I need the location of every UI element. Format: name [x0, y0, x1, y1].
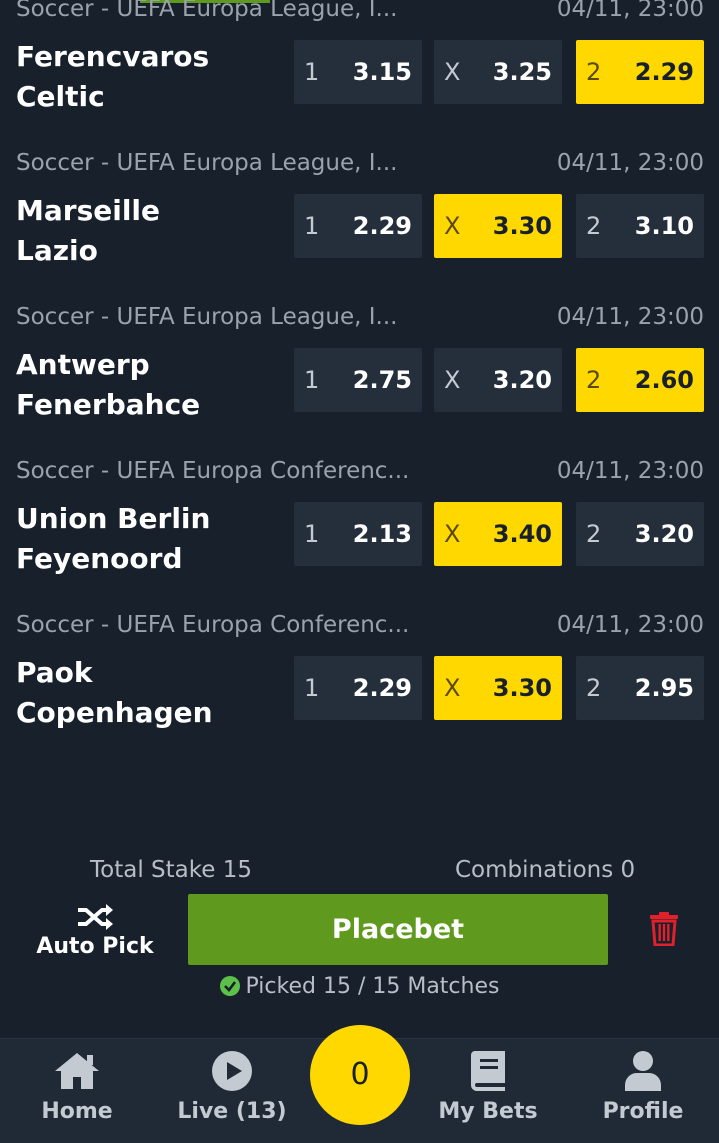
odd-label: 1 — [304, 366, 320, 394]
home-team: Union Berlin — [16, 502, 211, 535]
odd-label: 2 — [586, 520, 602, 548]
home-team: Paok — [16, 656, 93, 689]
odd-button-1[interactable]: 1 2.29 — [294, 656, 422, 720]
match-row[interactable]: Soccer - UEFA Europa Conferenc... 04/11, … — [0, 604, 719, 758]
odd-label: 2 — [586, 212, 602, 240]
odd-button-2[interactable]: 2 2.60 — [576, 348, 704, 412]
odd-value: 2.13 — [352, 520, 412, 548]
odd-value: 2.95 — [634, 674, 694, 702]
nav-home[interactable]: Home — [7, 1039, 147, 1143]
odd-value: 2.75 — [352, 366, 412, 394]
odd-label: 1 — [304, 58, 320, 86]
odd-value: 2.60 — [634, 366, 694, 394]
odd-label: X — [444, 674, 461, 702]
odd-button-1[interactable]: 1 2.29 — [294, 194, 422, 258]
check-circle-icon — [219, 976, 240, 996]
odd-value: 3.10 — [634, 212, 694, 240]
odd-button-2[interactable]: 2 2.95 — [576, 656, 704, 720]
league-name: Soccer - UEFA Europa Conferenc... — [16, 612, 410, 638]
odd-value: 3.30 — [492, 212, 552, 240]
odd-label: X — [444, 58, 461, 86]
odd-button-2[interactable]: 2 3.20 — [576, 502, 704, 566]
user-icon — [625, 1051, 661, 1091]
nav-home-label: Home — [41, 1099, 113, 1124]
nav-profile-label: Profile — [602, 1099, 684, 1124]
odd-value: 2.29 — [634, 58, 694, 86]
away-team: Lazio — [16, 234, 98, 267]
odd-button-x[interactable]: X 3.30 — [434, 656, 562, 720]
odd-label: X — [444, 520, 461, 548]
match-time: 04/11, 23:00 — [556, 304, 704, 330]
league-name: Soccer - UEFA Europa League, I... — [16, 150, 398, 176]
shuffle-icon — [78, 904, 113, 930]
odd-button-x[interactable]: X 3.40 — [434, 502, 562, 566]
odd-label: 2 — [586, 674, 602, 702]
total-stake: Total Stake 15 — [90, 857, 252, 883]
odd-label: 1 — [304, 520, 320, 548]
betslip-count-button[interactable]: 0 — [310, 1025, 410, 1125]
home-team: Marseille — [16, 194, 161, 227]
play-circle-icon — [212, 1051, 252, 1091]
home-team: Antwerp — [16, 348, 150, 381]
match-row[interactable]: Soccer - UEFA Europa Conferenc... 04/11, … — [0, 450, 719, 604]
odd-label: X — [444, 366, 461, 394]
nav-live-label: Live (13) — [177, 1099, 287, 1124]
away-team: Copenhagen — [16, 696, 213, 729]
league-name: Soccer - UEFA Europa League, I... — [16, 0, 398, 22]
nav-live[interactable]: Live (13) — [162, 1039, 302, 1143]
placebet-button[interactable]: Placebet — [188, 894, 608, 965]
match-time: 04/11, 23:00 — [556, 612, 704, 638]
nav-profile[interactable]: Profile — [573, 1039, 713, 1143]
away-team: Celtic — [16, 80, 105, 113]
odd-button-1[interactable]: 1 3.15 — [294, 40, 422, 104]
odd-value: 2.29 — [352, 674, 412, 702]
home-team: Ferencvaros — [16, 40, 210, 73]
picked-status: Picked 15 / 15 Matches — [0, 974, 719, 999]
odd-button-x[interactable]: X 3.20 — [434, 348, 562, 412]
odd-label: 1 — [304, 212, 320, 240]
nav-my-bets-label: My Bets — [438, 1099, 538, 1124]
odd-button-x[interactable]: X 3.30 — [434, 194, 562, 258]
away-team: Fenerbahce — [16, 388, 201, 421]
match-time: 04/11, 23:00 — [556, 150, 704, 176]
odd-value: 3.25 — [492, 58, 552, 86]
nav-my-bets[interactable]: My Bets — [418, 1039, 558, 1143]
odd-button-2[interactable]: 2 2.29 — [576, 40, 704, 104]
odd-label: 2 — [586, 366, 602, 394]
match-row[interactable]: Soccer - UEFA Europa League, I... 04/11, … — [0, 296, 719, 450]
league-name: Soccer - UEFA Europa League, I... — [16, 304, 398, 330]
book-icon — [471, 1051, 505, 1091]
home-icon — [55, 1053, 99, 1089]
odd-value: 3.15 — [352, 58, 412, 86]
odd-button-x[interactable]: X 3.25 — [434, 40, 562, 104]
odd-value: 3.40 — [492, 520, 552, 548]
trash-icon[interactable] — [650, 912, 678, 946]
match-time: 04/11, 23:00 — [556, 458, 704, 484]
match-row[interactable]: Soccer - UEFA Europa League, I... 04/11, … — [0, 0, 719, 142]
auto-pick-button[interactable]: Auto Pick — [36, 900, 154, 966]
odd-label: 1 — [304, 674, 320, 702]
odd-value: 3.20 — [492, 366, 552, 394]
odd-value: 2.29 — [352, 212, 412, 240]
match-row[interactable]: Soccer - UEFA Europa League, I... 04/11, … — [0, 142, 719, 296]
odd-value: 3.30 — [492, 674, 552, 702]
odd-label: 2 — [586, 58, 602, 86]
odd-label: X — [444, 212, 461, 240]
odd-button-1[interactable]: 1 2.13 — [294, 502, 422, 566]
picked-text: Picked 15 / 15 Matches — [245, 974, 500, 999]
league-name: Soccer - UEFA Europa Conferenc... — [16, 458, 410, 484]
odd-value: 3.20 — [634, 520, 694, 548]
combinations: Combinations 0 — [455, 857, 636, 883]
odd-button-2[interactable]: 2 3.10 — [576, 194, 704, 258]
match-time: 04/11, 23:00 — [556, 0, 704, 22]
away-team: Feyenoord — [16, 542, 183, 575]
auto-pick-label: Auto Pick — [36, 934, 154, 959]
odd-button-1[interactable]: 1 2.75 — [294, 348, 422, 412]
